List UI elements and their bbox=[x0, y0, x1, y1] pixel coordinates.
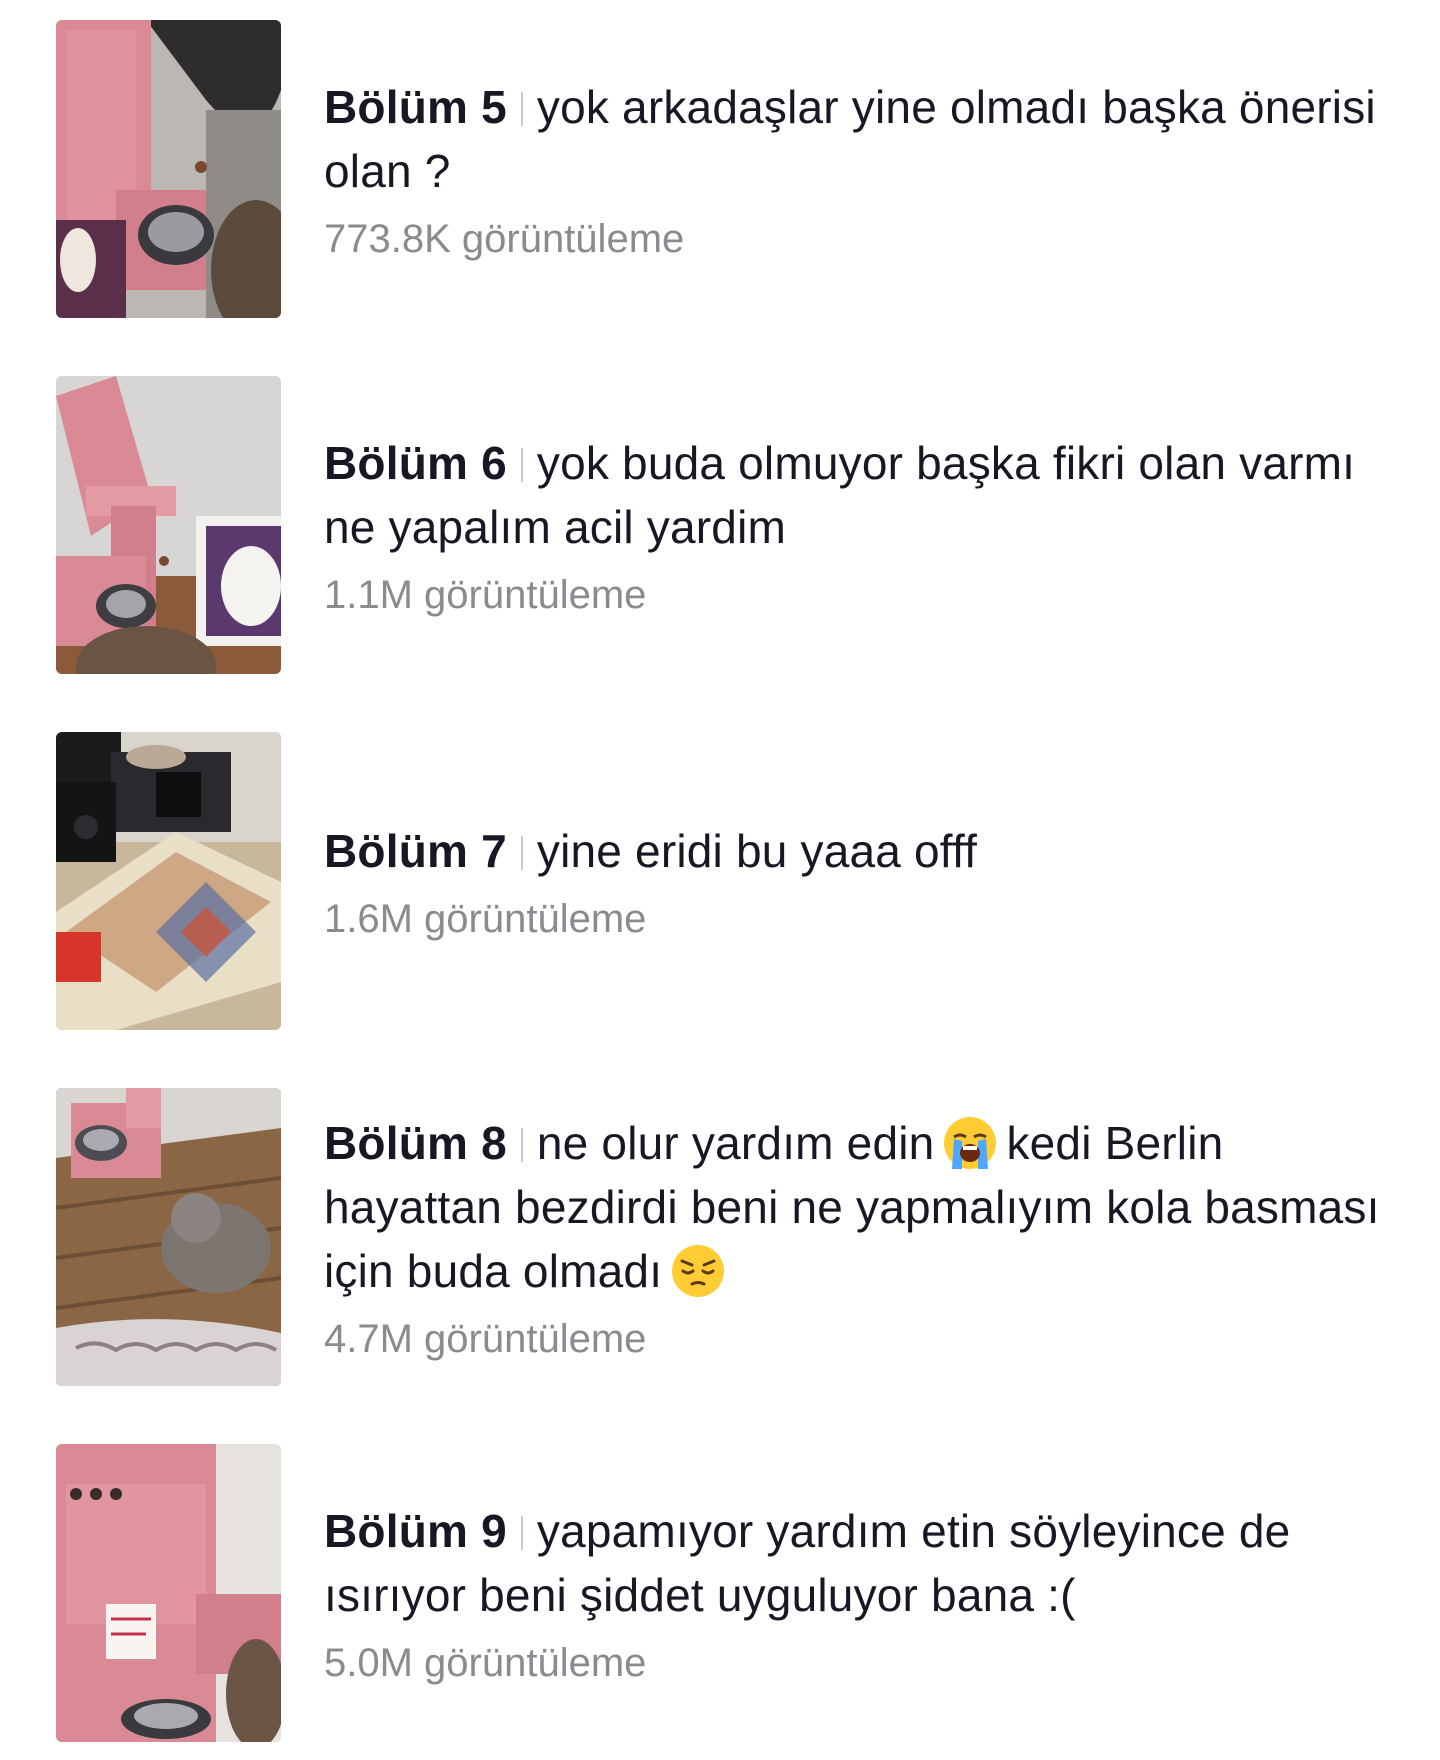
episode-number: Bölüm 8 bbox=[324, 1117, 507, 1169]
episode-number: Bölüm 9 bbox=[324, 1505, 507, 1557]
video-title[interactable]: Bölüm 7 yine eridi bu yaaa offf bbox=[324, 819, 1396, 883]
title-separator bbox=[520, 836, 523, 870]
list-item[interactable]: Bölüm 9 yapamıyor yardım etin söyleyince … bbox=[56, 1444, 1396, 1742]
episode-number: Bölüm 7 bbox=[324, 825, 507, 877]
title-separator bbox=[520, 448, 523, 482]
video-description: yine eridi bu yaaa offf bbox=[536, 825, 978, 877]
view-count: 4.7M görüntüleme bbox=[324, 1317, 647, 1361]
title-separator bbox=[520, 1516, 523, 1550]
list-item[interactable]: Bölüm 7 yine eridi bu yaaa offf 1.6M görü… bbox=[56, 732, 1396, 1030]
video-title[interactable]: Bölüm 6 yok buda olmuyor başka fikri olan… bbox=[324, 431, 1396, 559]
list-item[interactable]: Bölüm 5 yok arkadaşlar yine olmadı başka … bbox=[56, 20, 1396, 318]
video-title[interactable]: Bölüm 5 yok arkadaşlar yine olmadı başka … bbox=[324, 75, 1396, 203]
video-title[interactable]: Bölüm 9 yapamıyor yardım etin söyleyince … bbox=[324, 1499, 1396, 1627]
video-thumbnail[interactable] bbox=[56, 732, 281, 1030]
episode-number: Bölüm 6 bbox=[324, 437, 507, 489]
video-thumbnail[interactable] bbox=[56, 1444, 281, 1742]
view-count: 1.6M görüntüleme bbox=[324, 897, 647, 941]
list-item[interactable]: Bölüm 8 ne olur yardım edin kedi Berlin h… bbox=[56, 1088, 1396, 1386]
view-count: 5.0M görüntüleme bbox=[324, 1641, 647, 1685]
video-thumbnail[interactable] bbox=[56, 1088, 281, 1386]
video-description: ne olur yardım edin bbox=[536, 1117, 935, 1169]
loudly-crying-face-emoji bbox=[944, 1117, 997, 1169]
pensive-face-emoji bbox=[672, 1245, 725, 1297]
title-separator bbox=[520, 92, 523, 126]
video-thumbnail[interactable] bbox=[56, 376, 281, 674]
pink-cat-feeder-photo bbox=[56, 376, 281, 674]
view-count: 773.8K görüntüleme bbox=[324, 217, 685, 261]
pink-cat-feeder-photo bbox=[56, 1444, 281, 1742]
title-separator bbox=[520, 1128, 523, 1162]
video-thumbnail[interactable] bbox=[56, 20, 281, 318]
list-item[interactable]: Bölüm 6 yok buda olmuyor başka fikri olan… bbox=[56, 376, 1396, 674]
video-title[interactable]: Bölüm 8 ne olur yardım edin kedi Berlin h… bbox=[324, 1111, 1396, 1303]
view-count: 1.1M görüntüleme bbox=[324, 573, 647, 617]
cat-on-floor-photo bbox=[56, 1088, 281, 1386]
episode-number: Bölüm 5 bbox=[324, 81, 507, 133]
room-rug-cat-photo bbox=[56, 732, 281, 1030]
pink-cat-feeder-photo bbox=[56, 20, 281, 318]
